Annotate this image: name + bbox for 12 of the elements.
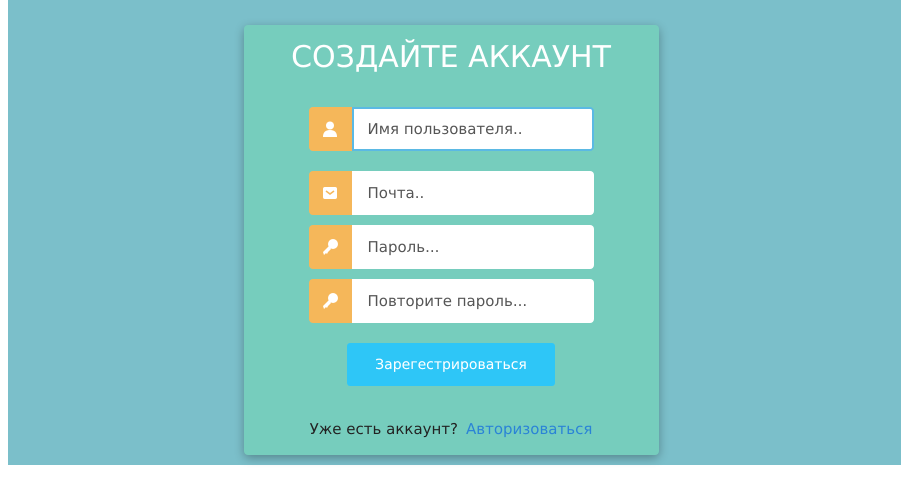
input-field[interactable]: Имя пользователя.. [352,107,594,151]
key-icon [322,239,338,255]
user-icon [323,121,337,137]
input-field[interactable]: Почта.. [352,171,594,215]
footer-text: Уже есть аккаунт? [310,420,458,438]
input-field[interactable]: Пароль... [352,225,594,269]
form-title: СОЗДАЙТЕ АККАУНТ [291,39,611,77]
envelope-icon [323,187,337,199]
register-button[interactable]: Зарегестрироваться [347,343,555,386]
input-field[interactable]: Повторите пароль... [352,279,594,323]
key-icon [322,293,338,309]
login-link[interactable]: Авторизоваться [466,420,592,438]
